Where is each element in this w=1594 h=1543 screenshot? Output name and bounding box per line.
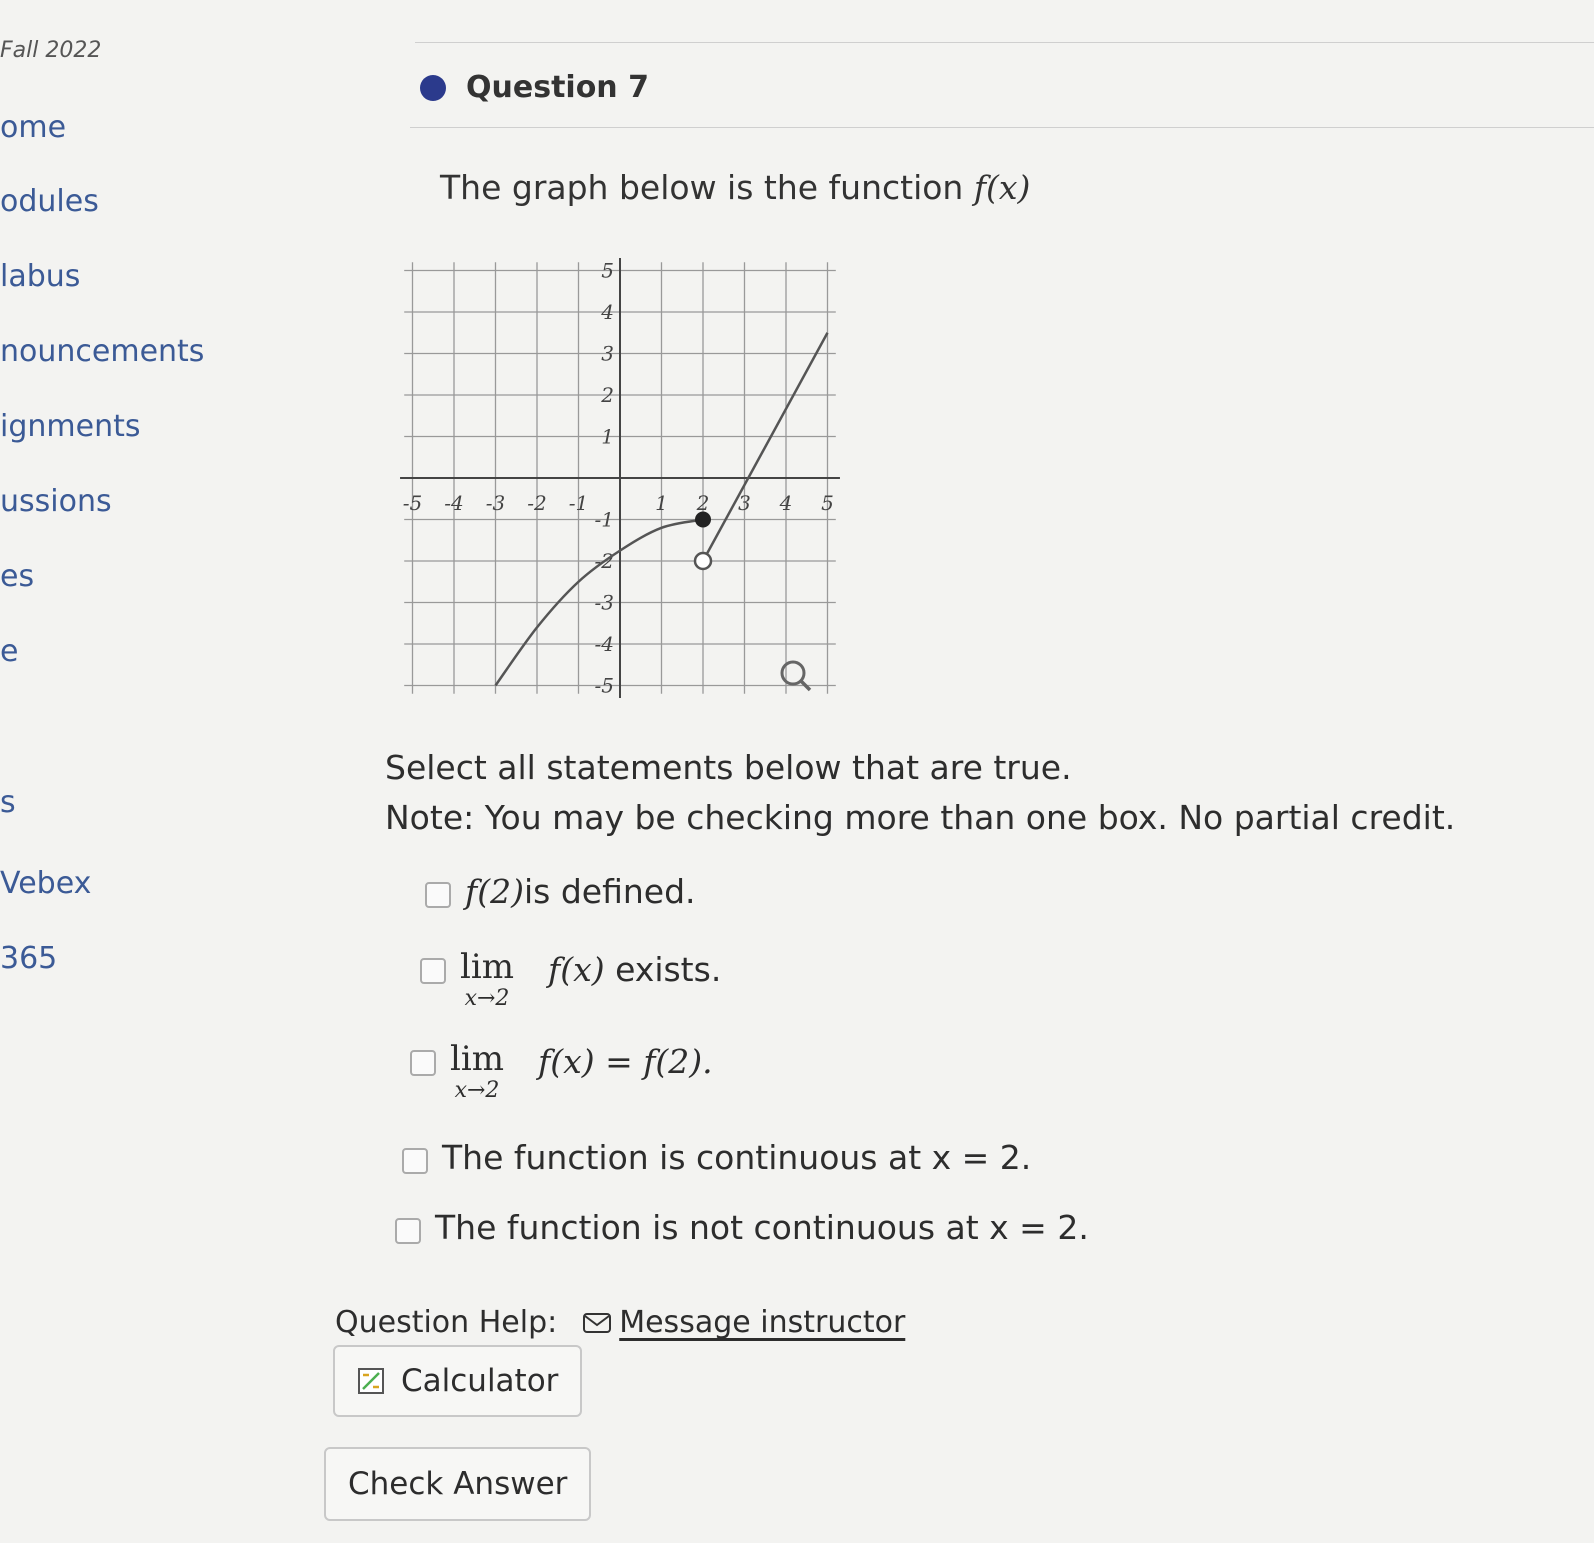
option-3-checkbox[interactable] (410, 1050, 436, 1076)
term-label: Fall 2022 (0, 38, 102, 63)
option-1-func: f(2) (465, 872, 524, 911)
option-5[interactable]: The function is not continuous at x = 2. (395, 1208, 1089, 1247)
y-tick-label: -3 (595, 591, 614, 615)
option-4-text: The function is continuous at x = 2. (442, 1138, 1032, 1177)
y-tick-label: -4 (595, 632, 614, 656)
mail-icon[interactable] (583, 1312, 612, 1333)
option-5-checkbox[interactable] (395, 1218, 421, 1244)
instructions-line2: Note: You may be checking more than one … (385, 798, 1456, 837)
title-divider (410, 127, 1594, 128)
nav-item-modules[interactable]: odules (0, 184, 99, 219)
option-1-checkbox[interactable] (425, 882, 451, 908)
nav-item-announcements[interactable]: nouncements (0, 334, 204, 369)
y-tick-label: 1 (601, 425, 614, 449)
y-tick-label: 3 (601, 342, 614, 366)
calculator-icon (358, 1368, 384, 1394)
nav-item-grades[interactable]: es (0, 559, 34, 594)
option-2-func: f(x) (548, 950, 605, 989)
option-3-expr: f(x) = f(2). (538, 1042, 713, 1081)
calculator-label: Calculator (401, 1363, 559, 1399)
message-instructor-link[interactable]: Message instructor (619, 1305, 905, 1340)
x-tick-label: 5 (821, 491, 834, 515)
y-tick-label: 2 (600, 383, 614, 407)
y-tick-label: -5 (595, 674, 614, 698)
header-divider (415, 42, 1594, 43)
nav-item-files[interactable]: s (0, 785, 16, 820)
option-2-checkbox[interactable] (420, 958, 446, 984)
x-tick-label: 2 (696, 491, 710, 515)
x-tick-label: 1 (655, 491, 668, 515)
x-tick-labels: -5 -4 -3 -2 -1 1 2 3 4 5 (403, 491, 834, 515)
x-tick-label: -3 (486, 491, 505, 515)
nav-item-assignments[interactable]: ignments (0, 409, 140, 444)
nav-item-home[interactable]: ome (0, 110, 66, 145)
help-label: Question Help: (335, 1305, 558, 1340)
question-label: Question 7 (466, 70, 649, 105)
prompt-function: f(x) (973, 168, 1031, 207)
graph-axes (400, 258, 840, 698)
x-tick-label: -1 (569, 491, 588, 515)
question-prompt: The graph below is the function f(x) (440, 168, 1030, 207)
option-4-checkbox[interactable] (402, 1148, 428, 1174)
option-5-text: The function is not continuous at x = 2. (435, 1208, 1089, 1247)
question-help: Question Help: Message instructor (335, 1305, 905, 1340)
x-tick-label: -4 (444, 491, 463, 515)
nav-item-discussions[interactable]: ussions (0, 484, 112, 519)
x-tick-label: -5 (403, 491, 422, 515)
option-4[interactable]: The function is continuous at x = 2. (402, 1138, 1031, 1177)
prompt-text: The graph below is the function (440, 168, 974, 207)
nav-item-webex[interactable]: Vebex (0, 866, 91, 901)
closed-point (695, 511, 711, 528)
open-point (693, 551, 713, 571)
option-1-text: is defined. (523, 872, 696, 911)
function-graph: -5 -4 -3 -2 -1 1 2 3 4 5 54321-1-2-3-4-5 (400, 258, 840, 698)
y-tick-label: 5 (601, 259, 614, 283)
check-answer-label: Check Answer (348, 1466, 568, 1502)
calculator-button[interactable]: Calculator (333, 1345, 583, 1417)
nav-item-office365[interactable]: 365 (0, 941, 57, 976)
option-2-text: exists. (604, 950, 722, 989)
option-1[interactable]: f(2) is defined. (425, 872, 696, 911)
option-2[interactable]: lim x→2 f(x) exists. (420, 948, 721, 1012)
question-title: Question 7 (420, 70, 649, 105)
nav-item-people[interactable]: e (0, 634, 18, 669)
status-dot-icon (420, 74, 446, 101)
line-right-branch (701, 332, 829, 562)
option-3[interactable]: lim x→2 f(x) = f(2). (410, 1040, 713, 1104)
option-3-limit: lim x→2 (450, 1039, 504, 1103)
check-answer-button[interactable]: Check Answer (324, 1447, 592, 1521)
instructions-line1: Select all statements below that are tru… (385, 748, 1072, 787)
y-tick-label: 4 (600, 300, 614, 324)
x-tick-label: 4 (779, 491, 793, 515)
nav-item-syllabus[interactable]: labus (0, 259, 80, 294)
y-tick-label: -1 (595, 508, 614, 532)
x-tick-label: -2 (527, 491, 546, 515)
option-2-limit: lim x→2 (460, 947, 514, 1011)
